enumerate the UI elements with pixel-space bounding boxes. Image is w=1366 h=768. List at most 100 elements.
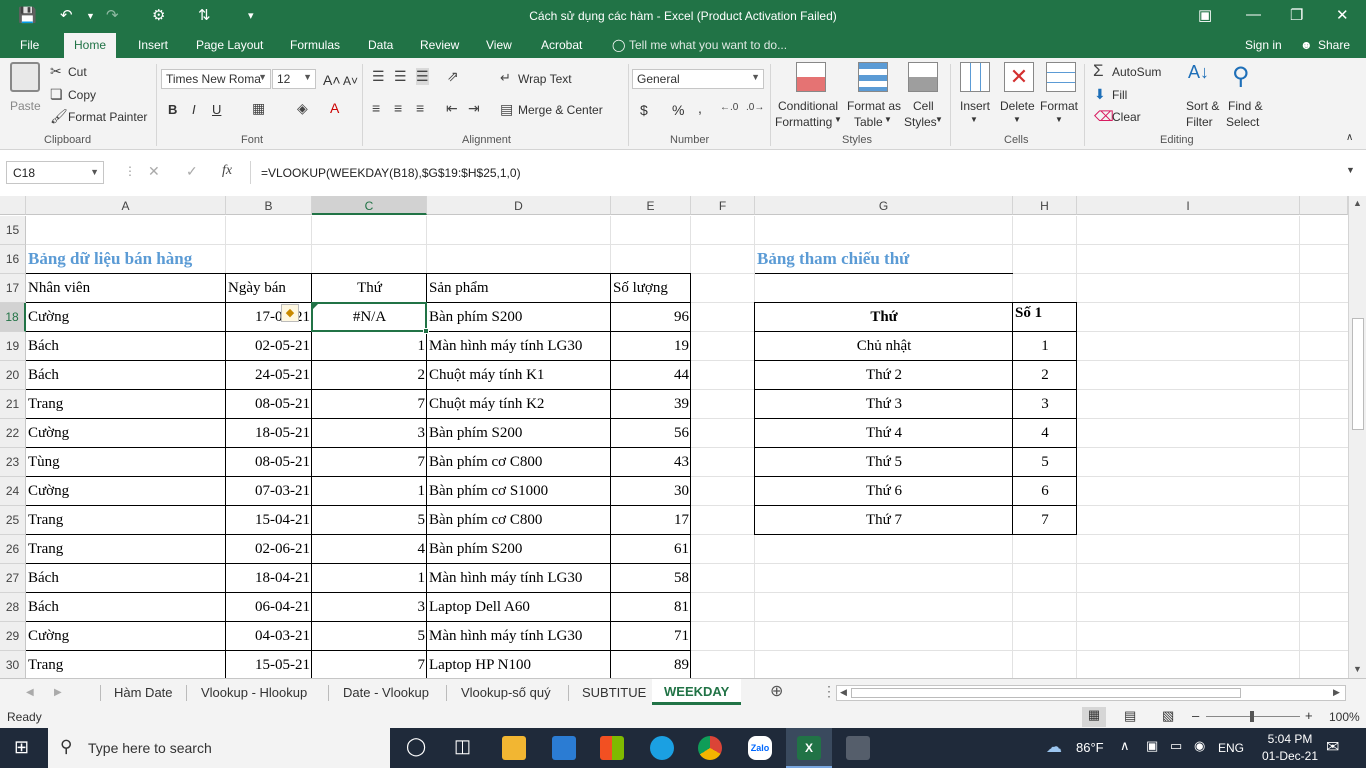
horizontal-scrollbar[interactable]: ◀ ▶	[836, 685, 1346, 701]
ref-header-cell[interactable]: Thứ	[755, 303, 1013, 331]
data-cell[interactable]: 15-04-21	[226, 506, 312, 534]
insert-function-button[interactable]: fx	[222, 163, 232, 179]
data-cell[interactable]: Màn hình máy tính LG30	[427, 622, 611, 650]
row-header-30[interactable]: 30	[0, 651, 26, 678]
scroll-left-icon[interactable]: ◀	[840, 687, 847, 698]
weather-temp[interactable]: 86°F	[1076, 740, 1104, 755]
sheet-tab-weekday[interactable]: WEEKDAY	[652, 679, 742, 705]
header-cell[interactable]: Thứ	[312, 274, 427, 302]
data-cell[interactable]: 1	[312, 332, 427, 360]
data-cell[interactable]: 71	[611, 622, 691, 650]
sheet-tab-subtitue[interactable]: SUBTITUE	[582, 685, 646, 700]
data-cell[interactable]: Trang	[26, 535, 226, 563]
column-header-f[interactable]: F	[691, 196, 755, 215]
data-cell[interactable]: 58	[611, 564, 691, 592]
column-header-c[interactable]: C	[312, 196, 427, 215]
row-header-28[interactable]: 28	[0, 593, 26, 622]
row-header-17[interactable]: 17	[0, 274, 26, 303]
ref-data-cell[interactable]: Thứ 6	[755, 477, 1013, 505]
excel-taskbar-button[interactable]: X	[786, 728, 832, 768]
header-cell[interactable]: Ngày bán	[226, 274, 312, 302]
data-cell[interactable]: 18-04-21	[226, 564, 312, 592]
column-header-d[interactable]: D	[427, 196, 611, 215]
active-cell-c18[interactable]	[311, 302, 427, 332]
data-cell[interactable]: Laptop Dell A60	[427, 593, 611, 621]
bold-button[interactable]: B	[168, 102, 177, 117]
share-button[interactable]: Share	[1318, 38, 1350, 52]
tab-file[interactable]: File	[20, 38, 39, 52]
tab-formulas[interactable]: Formulas	[290, 38, 340, 52]
data-cell[interactable]: 81	[611, 593, 691, 621]
insert-cells-button[interactable]: Insert	[960, 99, 990, 113]
grow-font-icon[interactable]: A˄	[323, 72, 341, 88]
ref-data-cell[interactable]: Thứ 2	[755, 361, 1013, 389]
cell-styles-button[interactable]: Cell	[913, 99, 934, 113]
data-cell[interactable]: Bách	[26, 564, 226, 592]
data-cell[interactable]: 43	[611, 448, 691, 476]
ref-data-cell[interactable]: 5	[1013, 448, 1077, 476]
row-header-23[interactable]: 23	[0, 448, 26, 477]
tray-app-icon[interactable]: ▣	[1146, 738, 1158, 754]
tab-insert[interactable]: Insert	[138, 38, 168, 52]
conditional-formatting-button[interactable]: Conditional	[778, 99, 838, 113]
data-cell[interactable]: 7	[312, 390, 427, 418]
tab-page-layout[interactable]: Page Layout	[196, 38, 263, 52]
align-left-icon[interactable]: ≡	[372, 100, 380, 116]
data-cell[interactable]: Màn hình máy tính LG30	[427, 564, 611, 592]
data-cell[interactable]: Cường	[26, 622, 226, 650]
fill-color-icon[interactable]: ◈	[297, 100, 308, 117]
font-size-select[interactable]: 12 ▼	[272, 69, 316, 89]
align-middle-icon[interactable]: ☰	[394, 68, 407, 85]
ribbon-display-icon[interactable]: ▣	[1198, 6, 1212, 24]
ref-data-cell[interactable]: 4	[1013, 419, 1077, 447]
format-cells-button[interactable]: Format	[1040, 99, 1078, 113]
calculator-icon[interactable]	[846, 736, 870, 760]
align-bottom-icon[interactable]: ☰	[416, 68, 429, 85]
zalo-icon[interactable]: Zalo	[748, 736, 772, 760]
data-cell[interactable]: 5	[312, 506, 427, 534]
sheet-tab-vlookup-hlookup[interactable]: Vlookup - Hlookup	[201, 685, 307, 700]
copy-button[interactable]: Copy	[68, 88, 96, 102]
italic-button[interactable]: I	[192, 102, 196, 117]
data-cell[interactable]: Bàn phím cơ C800	[427, 448, 611, 476]
row-header-21[interactable]: 21	[0, 390, 26, 419]
sheet-tab-vlookup-so-quy[interactable]: Vlookup-số quý	[461, 685, 551, 700]
task-view-icon[interactable]: ◫	[454, 736, 471, 757]
ref-data-cell[interactable]: Thứ 7	[755, 506, 1013, 534]
data-cell[interactable]: Cường	[26, 477, 226, 505]
decrease-indent-icon[interactable]: ⇤	[446, 100, 458, 117]
data-cell[interactable]: 56	[611, 419, 691, 447]
data-cell[interactable]: 06-04-21	[226, 593, 312, 621]
tab-review[interactable]: Review	[420, 38, 459, 52]
normal-view-icon[interactable]: ▦	[1082, 707, 1106, 727]
ref-data-cell[interactable]: 3	[1013, 390, 1077, 418]
autosum-button[interactable]: AutoSum	[1112, 65, 1161, 79]
page-layout-view-icon[interactable]: ▤	[1124, 708, 1136, 724]
delete-cells-button[interactable]: Delete	[1000, 99, 1035, 113]
data-cell[interactable]: Cường	[26, 419, 226, 447]
format-painter-button[interactable]: Format Painter	[68, 110, 147, 124]
decrease-decimal-icon[interactable]: .0→	[746, 102, 764, 113]
prev-sheet-icon[interactable]: ◀	[26, 687, 34, 698]
row-header-26[interactable]: 26	[0, 535, 26, 564]
fill-button[interactable]: Fill	[1112, 88, 1127, 102]
row-header-20[interactable]: 20	[0, 361, 26, 390]
currency-button[interactable]: $	[640, 102, 648, 118]
row-header-24[interactable]: 24	[0, 477, 26, 506]
data-cell[interactable]: 07-03-21	[226, 477, 312, 505]
increase-decimal-icon[interactable]: ←.0	[720, 102, 738, 113]
windows-start-icon[interactable]: ⊞	[14, 737, 29, 758]
data-cell[interactable]: Bách	[26, 361, 226, 389]
mail-icon[interactable]	[552, 736, 576, 760]
ref-data-cell[interactable]: 1	[1013, 332, 1077, 360]
data-cell[interactable]: 3	[312, 593, 427, 621]
data-cell[interactable]: 39	[611, 390, 691, 418]
ref-data-cell[interactable]: Thứ 3	[755, 390, 1013, 418]
ref-header-cell[interactable]: Số 1	[1013, 299, 1077, 327]
input-language[interactable]: ENG	[1218, 741, 1244, 755]
sort-filter-button[interactable]: Sort &	[1186, 99, 1219, 113]
data-cell[interactable]: Màn hình máy tính LG30	[427, 332, 611, 360]
data-cell[interactable]: Bàn phím cơ S1000	[427, 477, 611, 505]
paste-icon[interactable]	[10, 62, 40, 92]
wifi-icon[interactable]: ◉	[1194, 738, 1205, 754]
